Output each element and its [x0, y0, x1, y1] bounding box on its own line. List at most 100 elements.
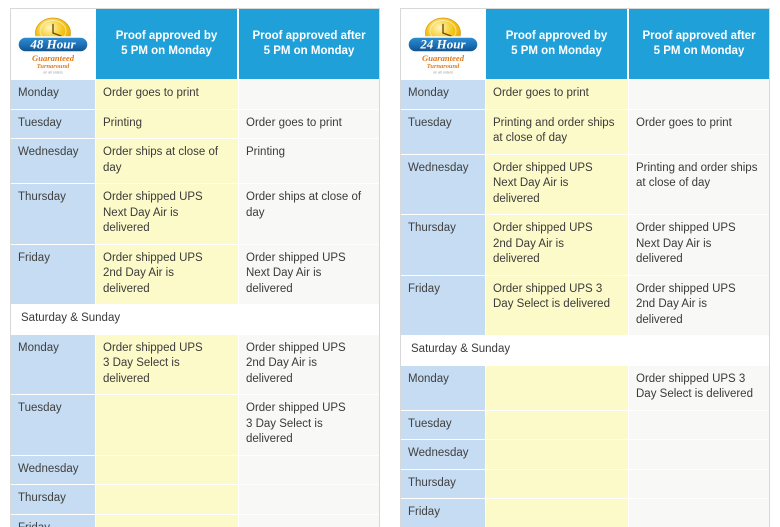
- table-row: Tuesday Order shipped UPS 3 Day Select is…: [11, 395, 379, 456]
- table-row: Tuesday Printing and order ships at close…: [401, 109, 769, 155]
- status-line: delivered: [493, 192, 540, 205]
- column-header-proof-after: Proof approved after 5 PM on Monday: [239, 9, 379, 80]
- status-line: Order shipped UPS: [493, 161, 593, 174]
- day-label: Friday: [11, 244, 96, 305]
- header-line: Proof approved after: [642, 30, 756, 42]
- status-line: Order shipped UPS: [246, 251, 346, 264]
- status-proof-by: Order goes to print: [96, 80, 239, 110]
- column-header-proof-by: Proof approved by 5 PM on Monday: [486, 9, 629, 80]
- table-row: Tuesday Printing Order goes to print: [11, 109, 379, 139]
- status-proof-by: Order shipped UPS 2nd Day Air is delivered: [96, 244, 239, 305]
- table-row: Tuesday: [401, 410, 769, 440]
- status-proof-by: Order shipped UPS 3 Day Select is delive…: [486, 275, 629, 336]
- status-proof-after: [629, 80, 769, 110]
- status-proof-by: [96, 395, 239, 456]
- status-proof-by: [96, 485, 239, 515]
- status-line: Order goes to print: [103, 87, 199, 99]
- svg-text:Turnaround: Turnaround: [426, 63, 459, 70]
- logo-cell: 48 Hour Guaranteed Turnaround on all ord…: [11, 9, 96, 80]
- status-line: delivered: [246, 372, 293, 385]
- table-header-row: 24 Hour Guaranteed Turnaround on all ord…: [401, 9, 769, 80]
- table-row: Friday Order shipped UPS 3 Day Select is…: [401, 275, 769, 336]
- status-proof-by: [486, 499, 629, 527]
- table-row: Wednesday Order shipped UPS Next Day Air …: [401, 154, 769, 215]
- day-label: Thursday: [11, 184, 96, 245]
- svg-text:48 Hour: 48 Hour: [29, 36, 76, 51]
- column-header-text: Proof approved by 5 PM on Monday: [116, 29, 218, 59]
- weekend-label: Saturday & Sunday: [11, 305, 379, 335]
- status-proof-after: Order shipped UPS 3 Day Select is delive…: [629, 365, 769, 411]
- status-proof-by: [486, 410, 629, 440]
- table-row: Thursday: [11, 485, 379, 515]
- status-proof-by: Order shipped UPS Next Day Air is delivere…: [96, 184, 239, 245]
- day-label: Friday: [401, 275, 486, 336]
- status-proof-after: [239, 80, 379, 110]
- day-label: Wednesday: [11, 139, 96, 184]
- status-line: Order goes to print: [493, 87, 589, 99]
- table-row: Thursday Order shipped UPS 2nd Day Air is…: [401, 215, 769, 276]
- status-line: 2nd Day Air is: [103, 267, 174, 279]
- status-proof-after: Order goes to print: [629, 109, 769, 155]
- status-line: Order goes to print: [246, 116, 342, 129]
- status-line: Order shipped UPS 3 Day Select is delive…: [493, 282, 610, 311]
- status-proof-by: [96, 514, 239, 527]
- day-label: Friday: [401, 499, 486, 527]
- status-line: Order shipped UPS: [103, 251, 203, 264]
- day-label: Tuesday: [401, 410, 486, 440]
- status-proof-by: Order shipped UPS 3 Day Select is delivere…: [96, 334, 239, 395]
- status-proof-after: Order shipped UPS Next Day Air is delivere…: [239, 244, 379, 305]
- svg-text:Guaranteed: Guaranteed: [31, 53, 74, 63]
- day-label: Thursday: [11, 485, 96, 515]
- column-header-proof-after: Proof approved after 5 PM on Monday: [629, 9, 769, 80]
- header-line: Proof approved by: [115, 30, 218, 42]
- status-proof-by: Order ships at close of day: [96, 139, 239, 184]
- status-proof-by: Order goes to print: [486, 80, 629, 110]
- status-proof-by: [486, 469, 629, 499]
- status-line: delivered: [636, 313, 683, 326]
- svg-text:24 Hour: 24 Hour: [419, 36, 466, 51]
- column-header-text: Proof approved after 5 PM on Monday: [642, 29, 755, 59]
- status-line: Next Day Air is: [246, 267, 322, 279]
- status-line: Order ships at close of day: [246, 191, 362, 219]
- table-row: Wednesday: [11, 455, 379, 485]
- status-proof-by: Order shipped UPS Next Day Air is delivere…: [486, 154, 629, 215]
- status-line: 3 Day Select is: [246, 417, 323, 430]
- status-proof-by: [486, 440, 629, 470]
- status-proof-by: Order shipped UPS 2nd Day Air is delivered: [486, 215, 629, 276]
- column-header-proof-by: Proof approved by 5 PM on Monday: [96, 9, 239, 80]
- svg-text:Turnaround: Turnaround: [36, 63, 69, 70]
- status-proof-after: Printing and order ships at close of day: [629, 154, 769, 215]
- status-line: Order goes to print: [636, 116, 732, 129]
- status-line: Order shipped UPS: [246, 402, 346, 414]
- status-line: Printing: [103, 116, 142, 129]
- day-label: Wednesday: [401, 440, 486, 470]
- status-line: delivered: [246, 282, 293, 295]
- status-line: delivered: [246, 433, 293, 445]
- weekend-label: Saturday & Sunday: [401, 336, 769, 366]
- day-label: Monday: [11, 80, 96, 110]
- status-line: at close of day: [636, 177, 711, 189]
- column-header-text: Proof approved after 5 PM on Monday: [252, 29, 365, 59]
- status-line: 2nd Day Air is: [246, 357, 317, 369]
- status-proof-after: Order shipped UPS 2nd Day Air is delivered: [239, 334, 379, 395]
- turnaround-schedule-table: 24 Hour Guaranteed Turnaround on all ord…: [400, 8, 770, 527]
- status-line: Order shipped UPS: [103, 191, 203, 203]
- clock-icon: 48 Hour Guaranteed Turnaround on all ord…: [16, 17, 89, 75]
- status-proof-after: Printing: [239, 139, 379, 184]
- table-row: Thursday Order shipped UPS Next Day Air i…: [11, 184, 379, 245]
- status-line: Order shipped UPS: [636, 282, 736, 295]
- day-label: Tuesday: [11, 395, 96, 456]
- table-row: Monday Order goes to print: [11, 80, 379, 110]
- status-line: Order ships at close of day: [103, 146, 219, 174]
- header-line: 5 PM on Monday: [263, 45, 355, 57]
- day-label: Wednesday: [401, 154, 486, 215]
- status-line: Order shipped UPS: [103, 341, 203, 354]
- day-label: Friday: [11, 514, 96, 527]
- table-row: Friday Order shipped UPS 2nd Day Air is de…: [11, 244, 379, 305]
- turnaround-schedule-table: 48 Hour Guaranteed Turnaround on all ord…: [10, 8, 380, 527]
- status-line: delivered: [103, 222, 150, 234]
- weekend-row: Saturday & Sunday: [401, 336, 769, 366]
- status-proof-by: Printing and order ships at close of day: [486, 109, 629, 155]
- header-line: 5 PM on Monday: [121, 45, 212, 57]
- table-row: Wednesday Order ships at close of day Pr…: [11, 139, 379, 184]
